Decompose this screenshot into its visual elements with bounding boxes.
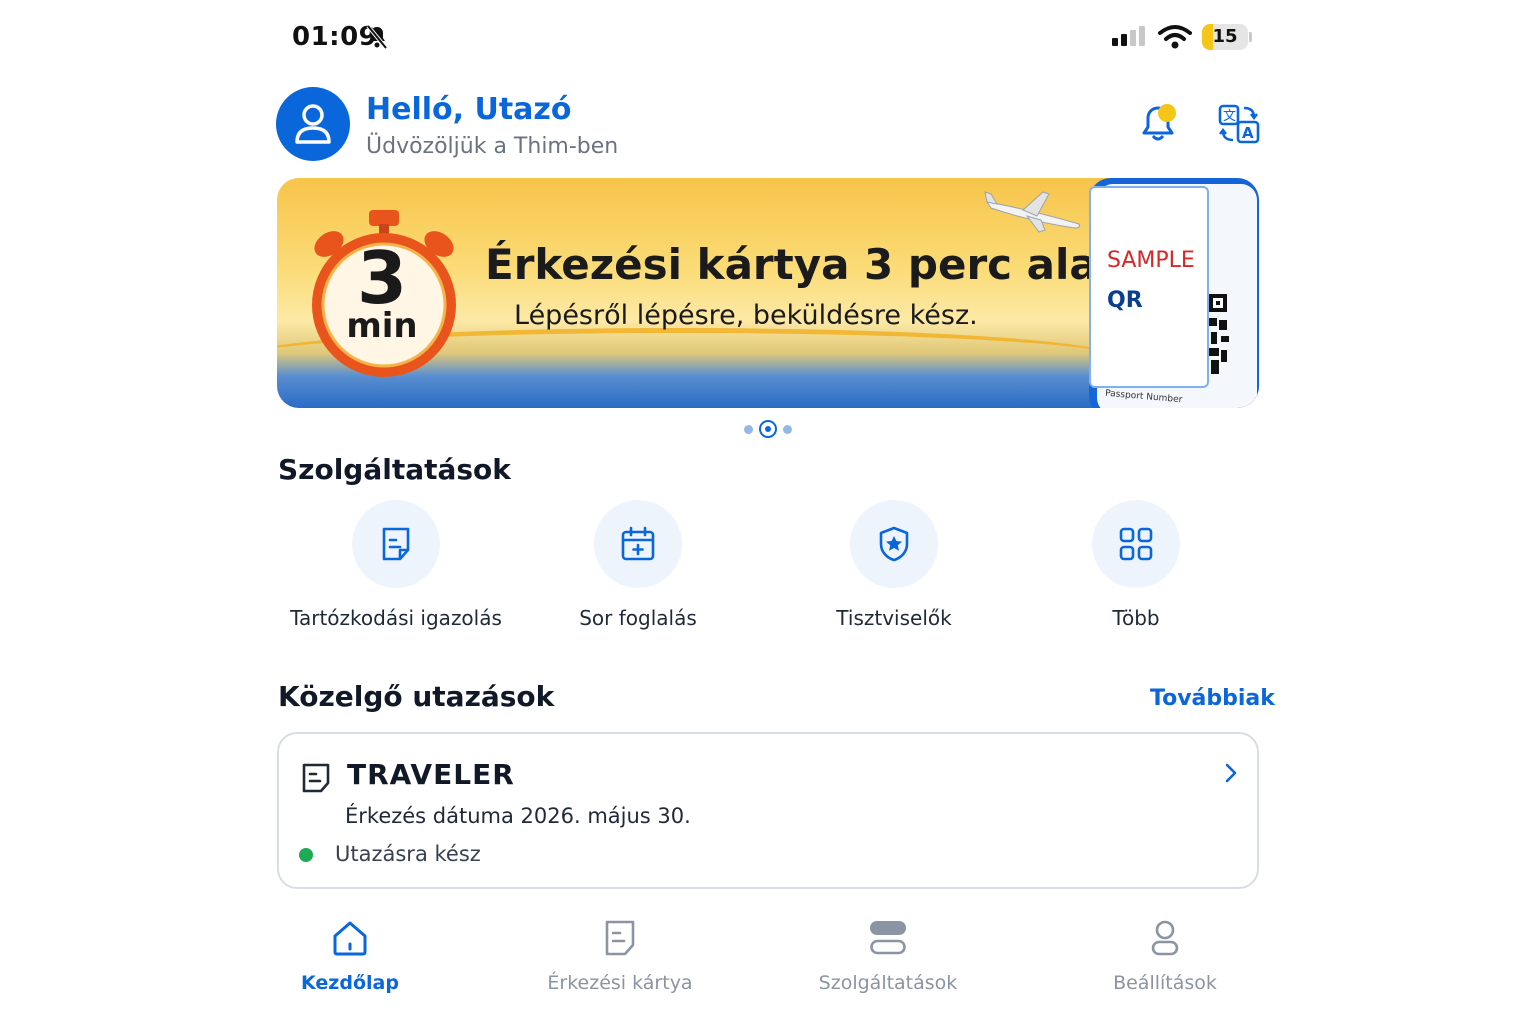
trip-card[interactable]: TRAVELER Érkezés dátuma 2026. május 30. … — [277, 732, 1259, 889]
nav-arrival-card[interactable]: Érkezési kártya — [510, 916, 730, 994]
home-icon — [333, 921, 367, 956]
avatar[interactable] — [276, 87, 350, 161]
banner-title: Érkezési kártya 3 perc alatt — [485, 240, 1138, 289]
nav-services[interactable]: Szolgáltatások — [778, 916, 998, 994]
sample-label: SAMPLE — [1107, 248, 1195, 273]
svg-text:A: A — [1242, 124, 1254, 142]
battery-icon: 15 — [1202, 24, 1248, 50]
nav-label: Beállítások — [1113, 972, 1217, 994]
chevron-right-icon — [1225, 763, 1237, 783]
service-label: Tartózkodási igazolás — [290, 606, 502, 630]
qr-code-icon — [1209, 294, 1229, 374]
greeting-subtitle: Üdvözöljük a Thim-ben — [366, 134, 619, 159]
service-label: Sor foglalás — [579, 606, 697, 630]
service-more[interactable]: Több — [1026, 500, 1246, 632]
banner-timer-unit: min — [346, 306, 418, 346]
service-label: Több — [1112, 606, 1160, 630]
stack-icon — [870, 921, 906, 955]
translate-icon[interactable]: 文 A — [1218, 104, 1260, 144]
document-icon — [302, 763, 330, 793]
trip-status: Utazásra kész — [335, 842, 481, 866]
bell-off-icon — [366, 24, 388, 50]
nav-label: Érkezési kártya — [547, 972, 693, 994]
sample-arrival-card — [1089, 186, 1209, 388]
police-badge-icon — [879, 526, 909, 562]
svg-text:文: 文 — [1223, 109, 1236, 124]
nav-home[interactable]: Kezdőlap — [240, 916, 460, 994]
person-icon — [1151, 920, 1179, 956]
greeting-title: Helló, Utazó — [366, 92, 572, 127]
nav-settings[interactable]: Beállítások — [1055, 916, 1275, 994]
wifi-icon — [1158, 25, 1192, 49]
upcoming-trips-title: Közelgő utazások — [278, 680, 555, 713]
service-residence-certificate[interactable]: Tartózkodási igazolás — [286, 500, 506, 632]
service-queue-booking[interactable]: Sor foglalás — [528, 500, 748, 632]
signal-icon — [1112, 26, 1145, 46]
calendar-plus-icon — [621, 526, 655, 561]
battery-level: 15 — [1212, 26, 1238, 47]
status-dot — [299, 848, 313, 862]
person-icon — [295, 104, 331, 144]
arrival-date: Érkezés dátuma 2026. május 30. — [345, 804, 691, 828]
nav-label: Szolgáltatások — [818, 972, 958, 994]
grid-icon — [1119, 527, 1153, 561]
sample-qr-label: QR — [1107, 288, 1143, 313]
service-officials[interactable]: Tisztviselők — [784, 500, 1004, 632]
banner-timer-number: 3 — [356, 236, 408, 320]
banner-subtitle: Lépésről lépésre, beküldésre kész. — [514, 300, 978, 331]
promo-banner[interactable]: 3 min Érkezési kártya 3 perc alatt Lépés… — [277, 178, 1259, 408]
service-label: Tisztviselők — [836, 606, 952, 630]
services-title: Szolgáltatások — [278, 453, 511, 486]
nav-label: Kezdőlap — [301, 972, 399, 994]
document-icon — [382, 527, 410, 561]
document-icon — [605, 920, 635, 956]
see-more-link[interactable]: Továbbiak — [1150, 686, 1275, 711]
notification-dot — [1158, 104, 1176, 122]
carousel-indicator[interactable] — [742, 420, 794, 438]
airplane-icon — [984, 191, 1080, 233]
traveler-name: TRAVELER — [347, 758, 515, 791]
